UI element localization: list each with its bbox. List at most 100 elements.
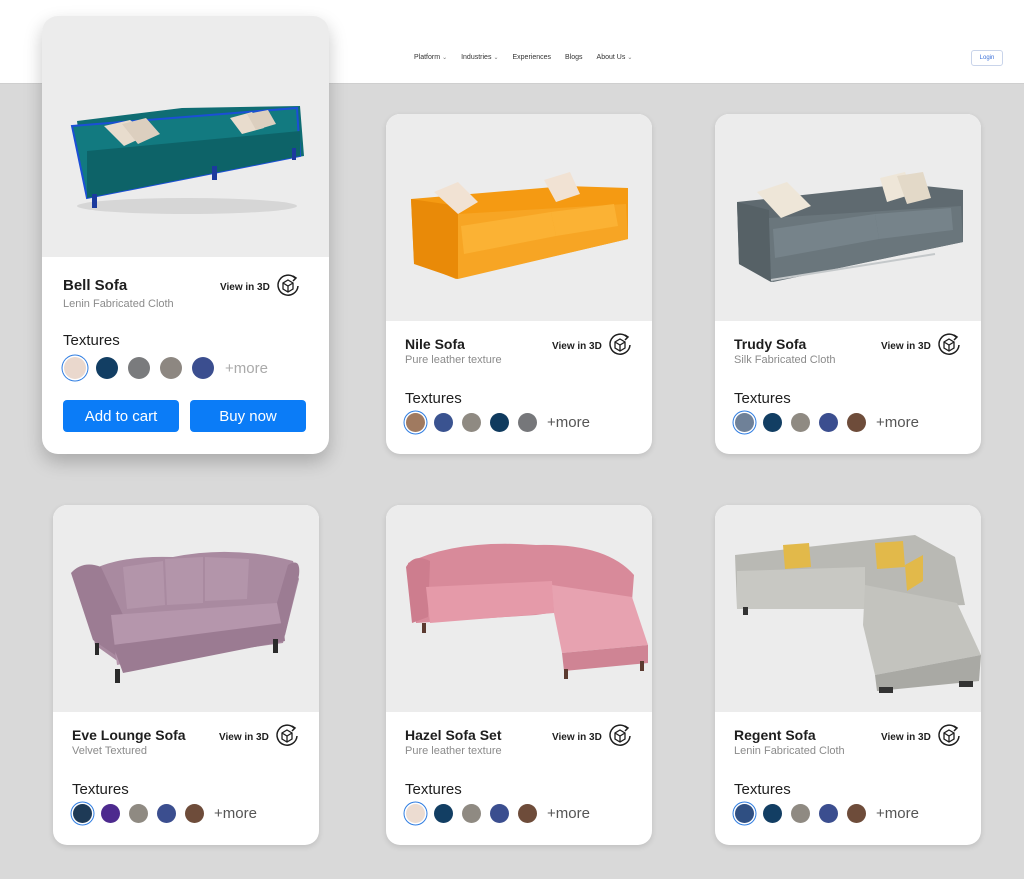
texture-swatch[interactable] [406,804,425,823]
product-material: Silk Fabricated Cloth [734,354,836,366]
texture-swatches: +more [735,413,919,432]
texture-swatch[interactable] [763,804,782,823]
nav-item-industries[interactable]: Industries ⌄ [461,54,498,61]
texture-swatch[interactable] [791,413,810,432]
texture-swatch[interactable] [819,413,838,432]
view-in-3d-label: View in 3D [220,282,270,293]
rotate-3d-icon [607,332,633,361]
texture-swatch[interactable] [73,804,92,823]
textures-heading: Textures [63,332,120,349]
product-card[interactable]: Regent Sofa Lenin Fabricated Cloth View … [715,505,981,845]
texture-swatch[interactable] [490,413,509,432]
texture-swatch[interactable] [129,804,148,823]
textures-heading: Textures [734,390,791,407]
nav-label: Industries [461,54,492,61]
chevron-down-icon: ⌄ [627,55,633,61]
rotate-3d-icon [936,332,962,361]
view-in-3d-button[interactable]: View in 3D [881,332,962,361]
texture-swatches: +more [64,357,268,379]
texture-swatch[interactable] [64,357,86,379]
product-image[interactable] [53,505,319,712]
rotate-3d-icon [275,273,301,302]
more-textures-link[interactable]: +more [876,414,919,431]
texture-swatches: +more [406,804,590,823]
more-textures-link[interactable]: +more [225,360,268,377]
nav-item-blogs[interactable]: Blogs [565,54,583,61]
rotate-3d-icon [274,723,300,752]
view-in-3d-label: View in 3D [552,341,602,352]
product-card-featured[interactable]: Bell Sofa Lenin Fabricated Cloth View in… [42,16,329,454]
buy-now-button[interactable]: Buy now [190,400,306,432]
view-in-3d-label: View in 3D [881,732,931,743]
nav-item-experiences[interactable]: Experiences [512,54,551,61]
texture-swatch[interactable] [735,804,754,823]
add-to-cart-button[interactable]: Add to cart [63,400,179,432]
product-image[interactable] [715,114,981,321]
nav-label: Platform [414,54,441,61]
texture-swatch[interactable] [847,804,866,823]
product-image[interactable] [42,16,329,257]
texture-swatch[interactable] [791,804,810,823]
product-material: Lenin Fabricated Cloth [63,298,174,310]
view-in-3d-label: View in 3D [552,732,602,743]
texture-swatches: +more [735,804,919,823]
product-card[interactable]: Trudy Sofa Silk Fabricated Cloth View in… [715,114,981,454]
product-name: Trudy Sofa [734,336,807,352]
texture-swatch[interactable] [735,413,754,432]
textures-heading: Textures [405,781,462,798]
login-button[interactable]: Login [971,50,1003,66]
product-image[interactable] [715,505,981,712]
texture-swatch[interactable] [434,413,453,432]
texture-swatch[interactable] [160,357,182,379]
more-textures-link[interactable]: +more [214,805,257,822]
product-card[interactable]: Eve Lounge Sofa Velvet Textured View in … [53,505,319,845]
view-in-3d-button[interactable]: View in 3D [220,273,301,302]
texture-swatch[interactable] [462,413,481,432]
texture-swatch[interactable] [101,804,120,823]
product-card[interactable]: Hazel Sofa Set Pure leather texture View… [386,505,652,845]
product-name: Hazel Sofa Set [405,727,502,743]
view-in-3d-button[interactable]: View in 3D [219,723,300,752]
texture-swatch[interactable] [406,413,425,432]
rotate-3d-icon [936,723,962,752]
texture-swatch[interactable] [763,413,782,432]
chevron-down-icon: ⌄ [442,55,448,61]
texture-swatch[interactable] [128,357,150,379]
texture-swatch[interactable] [192,357,214,379]
product-name: Bell Sofa [63,277,128,294]
texture-swatch[interactable] [185,804,204,823]
texture-swatches: +more [73,804,257,823]
texture-swatch[interactable] [96,357,118,379]
nav-item-platform[interactable]: Platform ⌄ [414,54,447,61]
texture-swatch[interactable] [819,804,838,823]
view-in-3d-button[interactable]: View in 3D [552,332,633,361]
texture-swatch[interactable] [434,804,453,823]
product-image[interactable] [386,114,652,321]
texture-swatch[interactable] [847,413,866,432]
nav-item-about-us[interactable]: About Us ⌄ [597,54,633,61]
chevron-down-icon: ⌄ [493,55,499,61]
product-image[interactable] [386,505,652,712]
textures-heading: Textures [734,781,791,798]
nav-label: Experiences [512,54,552,61]
product-material: Lenin Fabricated Cloth [734,745,845,757]
texture-swatch[interactable] [518,804,537,823]
product-name: Regent Sofa [734,727,816,743]
texture-swatch[interactable] [490,804,509,823]
product-material: Velvet Textured [72,745,148,757]
more-textures-link[interactable]: +more [876,805,919,822]
texture-swatch[interactable] [462,804,481,823]
texture-swatch[interactable] [157,804,176,823]
more-textures-link[interactable]: +more [547,805,590,822]
view-in-3d-button[interactable]: View in 3D [881,723,962,752]
product-card[interactable]: Nile Sofa Pure leather texture View in 3… [386,114,652,454]
nav-label: About Us [596,54,626,61]
main-nav: Platform ⌄ Industries ⌄ Experiences Blogs … [414,54,632,61]
rotate-3d-icon [607,723,633,752]
product-material: Pure leather texture [405,745,502,757]
texture-swatches: +more [406,413,590,432]
more-textures-link[interactable]: +more [547,414,590,431]
view-in-3d-button[interactable]: View in 3D [552,723,633,752]
texture-swatch[interactable] [518,413,537,432]
product-name: Nile Sofa [405,336,465,352]
